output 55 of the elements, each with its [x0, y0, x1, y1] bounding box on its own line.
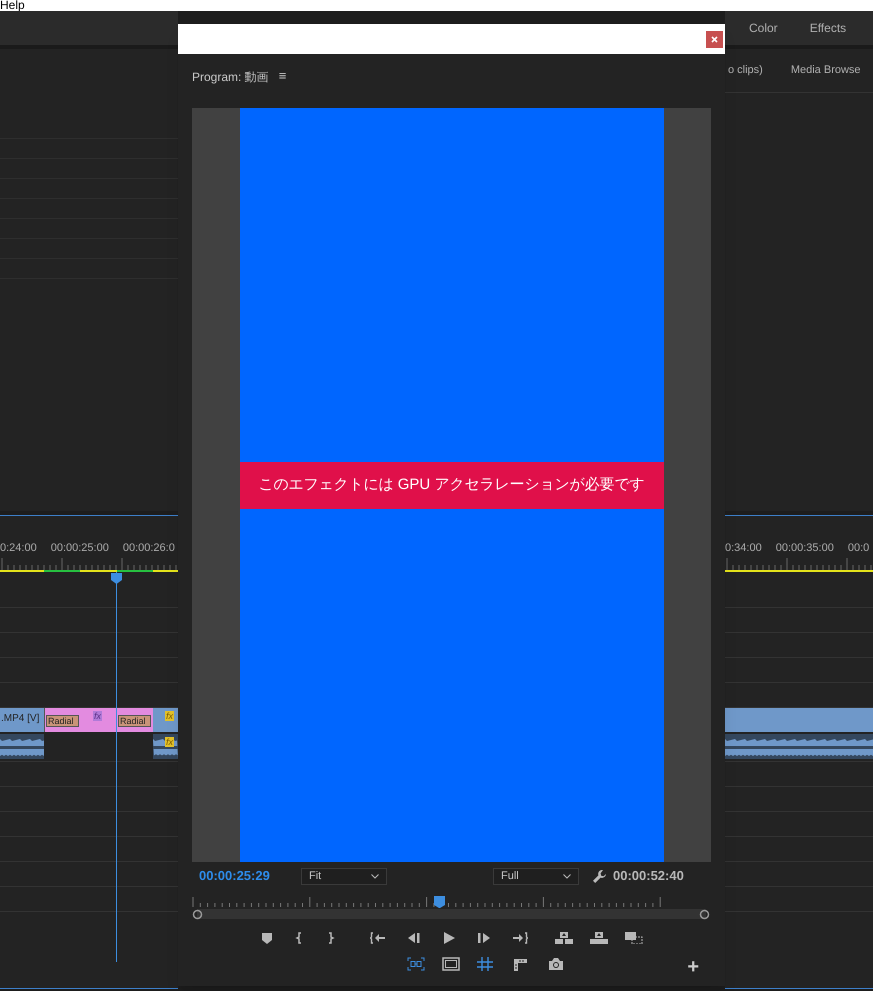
fx-badge: fx — [164, 711, 174, 721]
audio-waveform — [0, 734, 44, 759]
add-button[interactable]: + — [687, 958, 699, 974]
dropdown-value: Full — [501, 868, 519, 884]
chevron-down-icon — [371, 874, 379, 878]
panel-tab[interactable]: o clips) — [728, 62, 763, 79]
clip-label: Radial — [46, 715, 79, 727]
close-button[interactable] — [706, 30, 723, 48]
step-back-icon[interactable] — [407, 932, 421, 944]
corner-ruler-icon[interactable] — [512, 957, 530, 971]
current-timecode: 00:00:25:29 — [199, 867, 271, 886]
clip-label: Radial — [118, 715, 151, 727]
wrench-icon[interactable] — [592, 868, 607, 884]
marker-icon[interactable] — [261, 932, 273, 944]
panel-tab[interactable]: Media Browse — [790, 62, 861, 79]
camera-icon[interactable] — [548, 957, 566, 971]
dropdown[interactable]: Fit — [301, 868, 387, 884]
grid-icon[interactable] — [477, 957, 495, 971]
gpu-warning-banner: このエフェクトには GPU アクセラレーションが必要です — [240, 462, 664, 508]
audio-waveform — [153, 734, 178, 759]
play-icon[interactable] — [442, 932, 456, 944]
close-icon[interactable] — [711, 36, 718, 42]
workspace-tab[interactable]: Color — [749, 19, 778, 37]
frame-icon[interactable] — [442, 957, 460, 971]
step-forward-icon[interactable] — [477, 932, 491, 944]
chevron-down-icon — [563, 874, 571, 878]
video-clip[interactable]: .MP4 [V] — [0, 708, 44, 732]
video-clip[interactable] — [725, 708, 873, 732]
video-clip[interactable]: Radial — [116, 708, 153, 732]
fx-badge: fx — [92, 711, 102, 721]
video-clip[interactable]: fx — [153, 708, 178, 732]
duration-timecode: 00:00:52:40 — [613, 867, 684, 886]
safe-margins-icon[interactable] — [407, 957, 425, 971]
clip-label: .MP4 [V] — [1, 712, 40, 726]
ruler-time: 0:34:00 — [725, 541, 762, 555]
time-ruler[interactable] — [0, 556, 178, 572]
ruler-time: 0:24:00 — [0, 541, 37, 555]
overwrite-icon[interactable] — [590, 932, 608, 944]
range-handle[interactable] — [699, 909, 710, 920]
ruler-time: 00:00:35:00 — [776, 541, 834, 555]
time-ruler[interactable] — [725, 556, 873, 572]
workspace-tab[interactable]: Effects — [810, 19, 846, 37]
ruler-time: 00:00:26:0 — [122, 541, 175, 555]
dropdown[interactable]: Full — [493, 868, 579, 884]
ruler-time: 00:00:25:00 — [50, 541, 109, 555]
dropdown-value: Fit — [309, 868, 322, 884]
ruler-time: 00:0 — [848, 541, 870, 555]
panel-menu-button[interactable]: ≡ — [278, 68, 286, 84]
go-to-in-icon[interactable] — [370, 932, 386, 944]
insert-icon[interactable] — [555, 932, 573, 944]
range-handle[interactable] — [192, 909, 203, 920]
go-to-out-icon[interactable] — [512, 932, 528, 944]
video-clip[interactable]: Radial fx — [44, 708, 116, 732]
playhead-handle[interactable] — [434, 896, 446, 908]
panel-title: Program: 動画 — [192, 69, 269, 86]
